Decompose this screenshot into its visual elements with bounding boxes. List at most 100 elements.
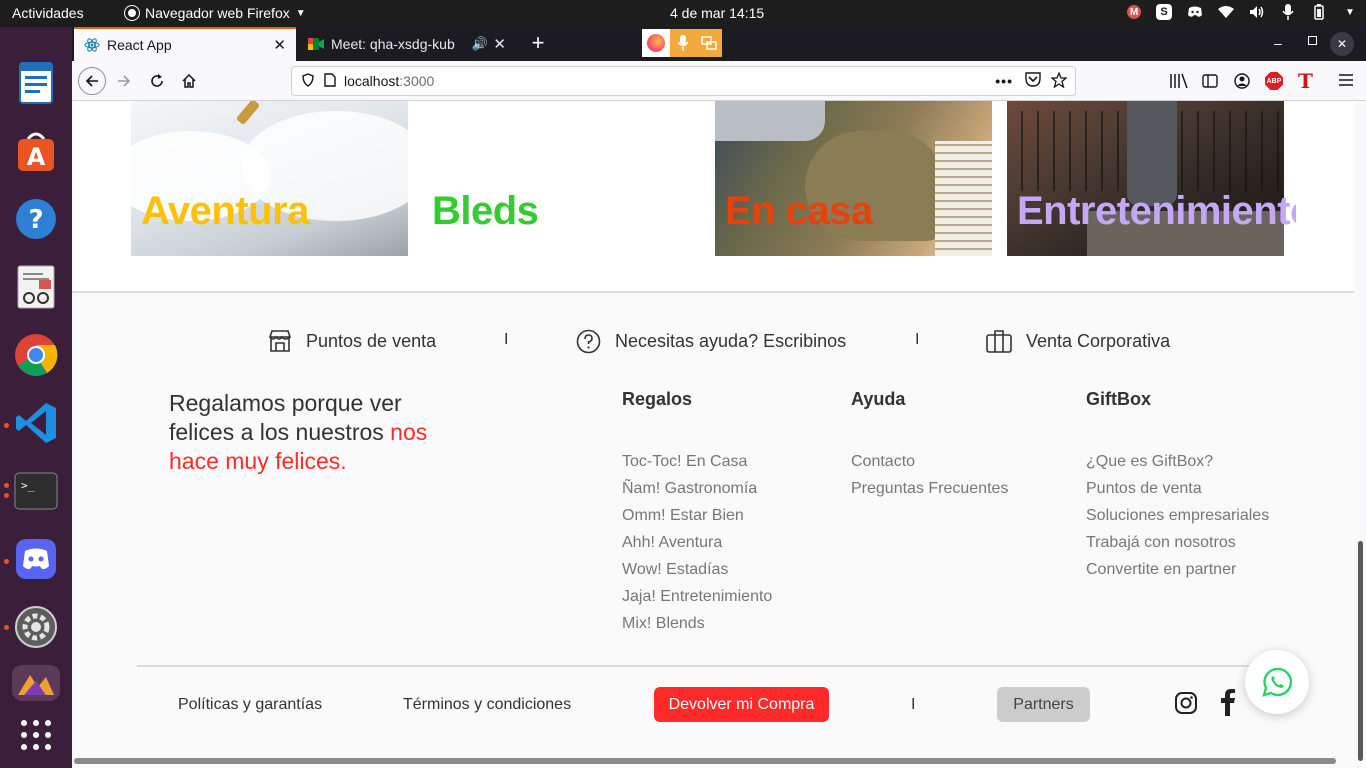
forward-button[interactable]: [110, 67, 138, 95]
page-actions-icon[interactable]: •••: [995, 73, 1013, 89]
close-tab-icon[interactable]: ✕: [273, 36, 286, 54]
footer-link[interactable]: Preguntas Frecuentes: [851, 475, 1008, 502]
footer-link[interactable]: Toc-Toc! En Casa: [622, 448, 772, 475]
terminal-icon[interactable]: >_: [12, 467, 60, 515]
document-viewer-icon[interactable]: [12, 263, 60, 311]
url-text[interactable]: localhost:3000: [344, 73, 434, 89]
partners-button[interactable]: Partners: [997, 687, 1090, 722]
running-indicator: [4, 559, 9, 564]
footer-link[interactable]: ¿Que es GiftBox?: [1086, 448, 1269, 475]
footer-link[interactable]: Omm! Estar Bien: [622, 502, 772, 529]
devolver-compra-button[interactable]: Devolver mi Compra: [654, 687, 829, 722]
sharing-indicator[interactable]: [642, 29, 722, 57]
footer-link[interactable]: Trabajá con nosotros: [1086, 529, 1269, 556]
link-label: Necesitas ayuda? Escribinos: [615, 331, 847, 351]
reload-button[interactable]: [143, 67, 171, 95]
account-icon[interactable]: [1234, 73, 1250, 94]
discord-icon[interactable]: [12, 535, 60, 583]
footer-link-venta-corporativa[interactable]: Venta Corporativa: [986, 329, 1170, 353]
category-card-bleds[interactable]: Bleds: [422, 101, 699, 256]
terminos-link[interactable]: Términos y condiciones: [403, 696, 571, 714]
bookmark-star-icon[interactable]: [1050, 70, 1068, 91]
running-indicator: [4, 625, 9, 630]
svg-text:?: ?: [28, 205, 43, 235]
instagram-icon[interactable]: [1174, 691, 1198, 720]
footer-link[interactable]: Mix! Blends: [622, 610, 772, 637]
footer-link[interactable]: Jaja! Entretenimiento: [622, 583, 772, 610]
books-shape: [935, 141, 992, 256]
volume-icon[interactable]: [1249, 4, 1265, 20]
ubuntu-dock: A ? >_: [0, 27, 72, 768]
footer-link[interactable]: Wow! Estadías: [622, 556, 772, 583]
whatsapp-button[interactable]: [1245, 650, 1309, 714]
slogan-text: Regalamos porque ver felices a los nuest…: [169, 390, 402, 445]
adblock-plus-icon[interactable]: ABP: [1265, 72, 1283, 90]
wifi-icon[interactable]: [1218, 4, 1234, 20]
close-tab-icon[interactable]: ✕: [493, 35, 506, 53]
app-menu-label: Navegador web Firefox: [145, 5, 290, 21]
audio-playing-icon[interactable]: 🔊: [472, 36, 488, 52]
minimize-window-icon[interactable]: –: [1274, 35, 1282, 51]
url-bar[interactable]: localhost:3000 •••: [291, 66, 1076, 96]
app-menu-icon[interactable]: [1338, 73, 1354, 92]
skype-icon[interactable]: S: [1156, 4, 1172, 20]
maximize-window-icon[interactable]: [1308, 36, 1317, 45]
page-info-icon[interactable]: [324, 72, 336, 90]
page-content: Aventura Bleds En casa Entretenimiento P…: [72, 101, 1354, 768]
footer-link[interactable]: Convertite en partner: [1086, 556, 1269, 583]
chrome-icon[interactable]: [12, 331, 60, 379]
close-window-icon[interactable]: ✕: [1330, 32, 1354, 56]
sidebar-icon[interactable]: [1202, 73, 1218, 94]
category-card-aventura[interactable]: Aventura: [131, 101, 408, 256]
help-icon[interactable]: ?: [12, 195, 60, 243]
footer-link[interactable]: Soluciones empresariales: [1086, 502, 1269, 529]
microphone-sharing-icon: [670, 29, 696, 57]
card-title: Aventura: [141, 189, 309, 233]
manjaro-like-app-icon[interactable]: [12, 665, 60, 701]
help-circle-icon: [576, 329, 601, 354]
vertical-scrollbar[interactable]: [1354, 101, 1366, 768]
home-button[interactable]: [175, 67, 203, 95]
skydiver-figure: [235, 101, 261, 126]
tracking-protection-icon[interactable]: [302, 72, 314, 90]
footer-link[interactable]: Contacto: [851, 448, 1008, 475]
new-tab-button[interactable]: +: [524, 29, 552, 57]
footer-link-ayuda[interactable]: Necesitas ayuda? Escribinos: [576, 329, 846, 354]
card-title: En casa: [725, 189, 873, 233]
app-menu[interactable]: Navegador web Firefox ▼: [125, 5, 306, 21]
software-center-icon[interactable]: A: [12, 127, 60, 175]
back-button[interactable]: [78, 67, 106, 95]
footer-link[interactable]: Ñam! Gastronomía: [622, 475, 772, 502]
separator: I: [915, 331, 920, 348]
footer-slogan: Regalamos porque ver felices a los nuest…: [169, 389, 429, 476]
library-icon[interactable]: [1170, 73, 1188, 94]
vscode-icon[interactable]: [12, 399, 60, 447]
show-applications-icon[interactable]: [12, 711, 60, 759]
meet-icon: [308, 38, 324, 50]
footer-link[interactable]: Ahh! Aventura: [622, 529, 772, 556]
footer-link[interactable]: Puntos de venta: [1086, 475, 1269, 502]
discord-tray-icon[interactable]: [1187, 4, 1203, 20]
gmail-indicator-icon[interactable]: M: [1127, 5, 1141, 19]
scrollbar-thumb[interactable]: [1358, 541, 1363, 761]
horizontal-scrollbar[interactable]: [74, 758, 1336, 764]
category-card-entretenimiento[interactable]: Entretenimiento: [1007, 101, 1296, 256]
tab-label: React App: [107, 37, 172, 53]
category-card-en-casa[interactable]: En casa: [715, 101, 992, 256]
battery-icon[interactable]: [1311, 4, 1327, 20]
pocket-icon[interactable]: [1025, 72, 1041, 90]
settings-icon[interactable]: [12, 603, 60, 651]
translate-extension-icon[interactable]: T: [1298, 69, 1313, 93]
screen-sharing-icon: [696, 29, 722, 57]
clock[interactable]: 4 de mar 14:15: [670, 5, 764, 21]
footer-link-puntos-de-venta[interactable]: Puntos de venta: [268, 329, 436, 353]
facebook-icon[interactable]: [1218, 688, 1238, 721]
activities-button[interactable]: Actividades: [12, 5, 84, 21]
politicas-link[interactable]: Políticas y garantías: [178, 696, 322, 714]
writer-app-icon[interactable]: [12, 59, 60, 107]
tab-meet[interactable]: Meet: qha-xsdg-kub 🔊 ✕: [298, 27, 516, 61]
microphone-icon[interactable]: [1280, 4, 1296, 20]
power-menu-icon[interactable]: ▼: [1342, 4, 1358, 20]
tab-react-app[interactable]: React App ✕: [74, 27, 296, 61]
ayuda-list: Contacto Preguntas Frecuentes: [851, 448, 1008, 502]
